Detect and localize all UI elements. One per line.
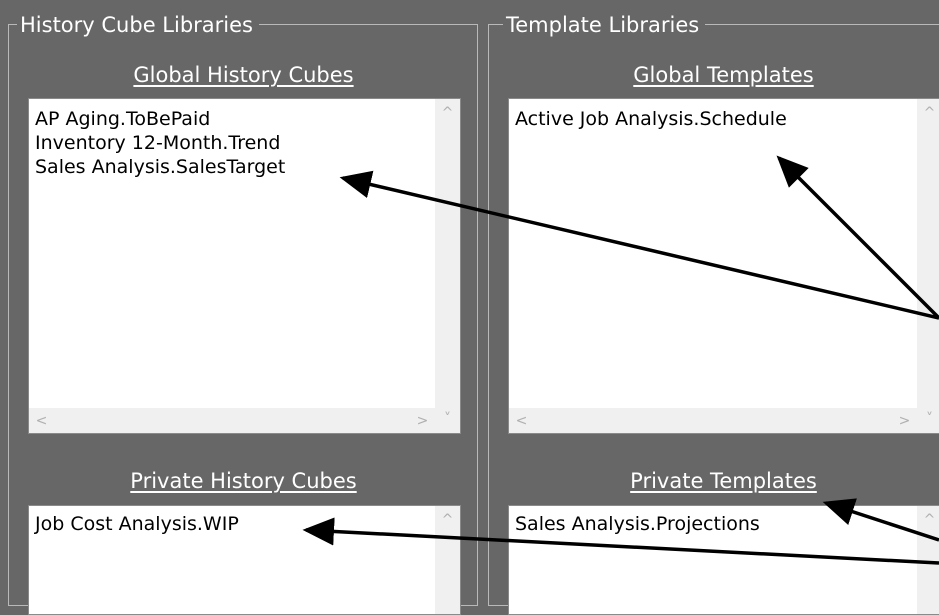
history-cube-libraries-title: History Cube Libraries	[17, 12, 259, 38]
private-templates-label: Private Templates	[630, 469, 817, 493]
global-templates-label: Global Templates	[633, 63, 814, 87]
scroll-right-icon[interactable]: >	[892, 413, 917, 429]
horizontal-scrollbar[interactable]	[509, 408, 939, 433]
scroll-up-icon[interactable]: ^	[917, 105, 939, 121]
scroll-right-icon[interactable]: >	[410, 413, 435, 429]
vertical-scrollbar[interactable]	[917, 99, 939, 408]
global-history-cubes-list[interactable]: AP Aging.ToBePaid Inventory 12-Month.Tre…	[28, 98, 461, 434]
list-item[interactable]: Sales Analysis.SalesTarget	[35, 155, 285, 179]
global-history-cubes-label: Global History Cubes	[133, 63, 354, 87]
private-history-cubes-label: Private History Cubes	[130, 469, 357, 493]
list-item[interactable]: Active Job Analysis.Schedule	[515, 107, 787, 131]
scroll-down-icon[interactable]: ˅	[435, 411, 460, 427]
list-item[interactable]: Sales Analysis.Projections	[515, 512, 760, 536]
list-item[interactable]: Inventory 12-Month.Trend	[35, 131, 285, 155]
scroll-up-icon[interactable]: ^	[917, 512, 939, 528]
vertical-scrollbar[interactable]	[435, 99, 460, 408]
private-history-cubes-list[interactable]: Job Cost Analysis.WIP ^	[28, 505, 461, 615]
scroll-up-icon[interactable]: ^	[435, 105, 460, 121]
template-libraries-title: Template Libraries	[503, 12, 706, 38]
scroll-down-icon[interactable]: ˅	[917, 411, 939, 427]
list-item[interactable]: AP Aging.ToBePaid	[35, 107, 285, 131]
scroll-up-icon[interactable]: ^	[435, 512, 460, 528]
horizontal-scrollbar[interactable]	[29, 408, 460, 433]
private-templates-list[interactable]: Sales Analysis.Projections ^	[508, 505, 939, 615]
list-item[interactable]: Job Cost Analysis.WIP	[35, 512, 239, 536]
scroll-left-icon[interactable]: <	[509, 413, 534, 429]
global-templates-list[interactable]: Active Job Analysis.Schedule ^ ˅ < >	[508, 98, 939, 434]
scroll-left-icon[interactable]: <	[29, 413, 54, 429]
